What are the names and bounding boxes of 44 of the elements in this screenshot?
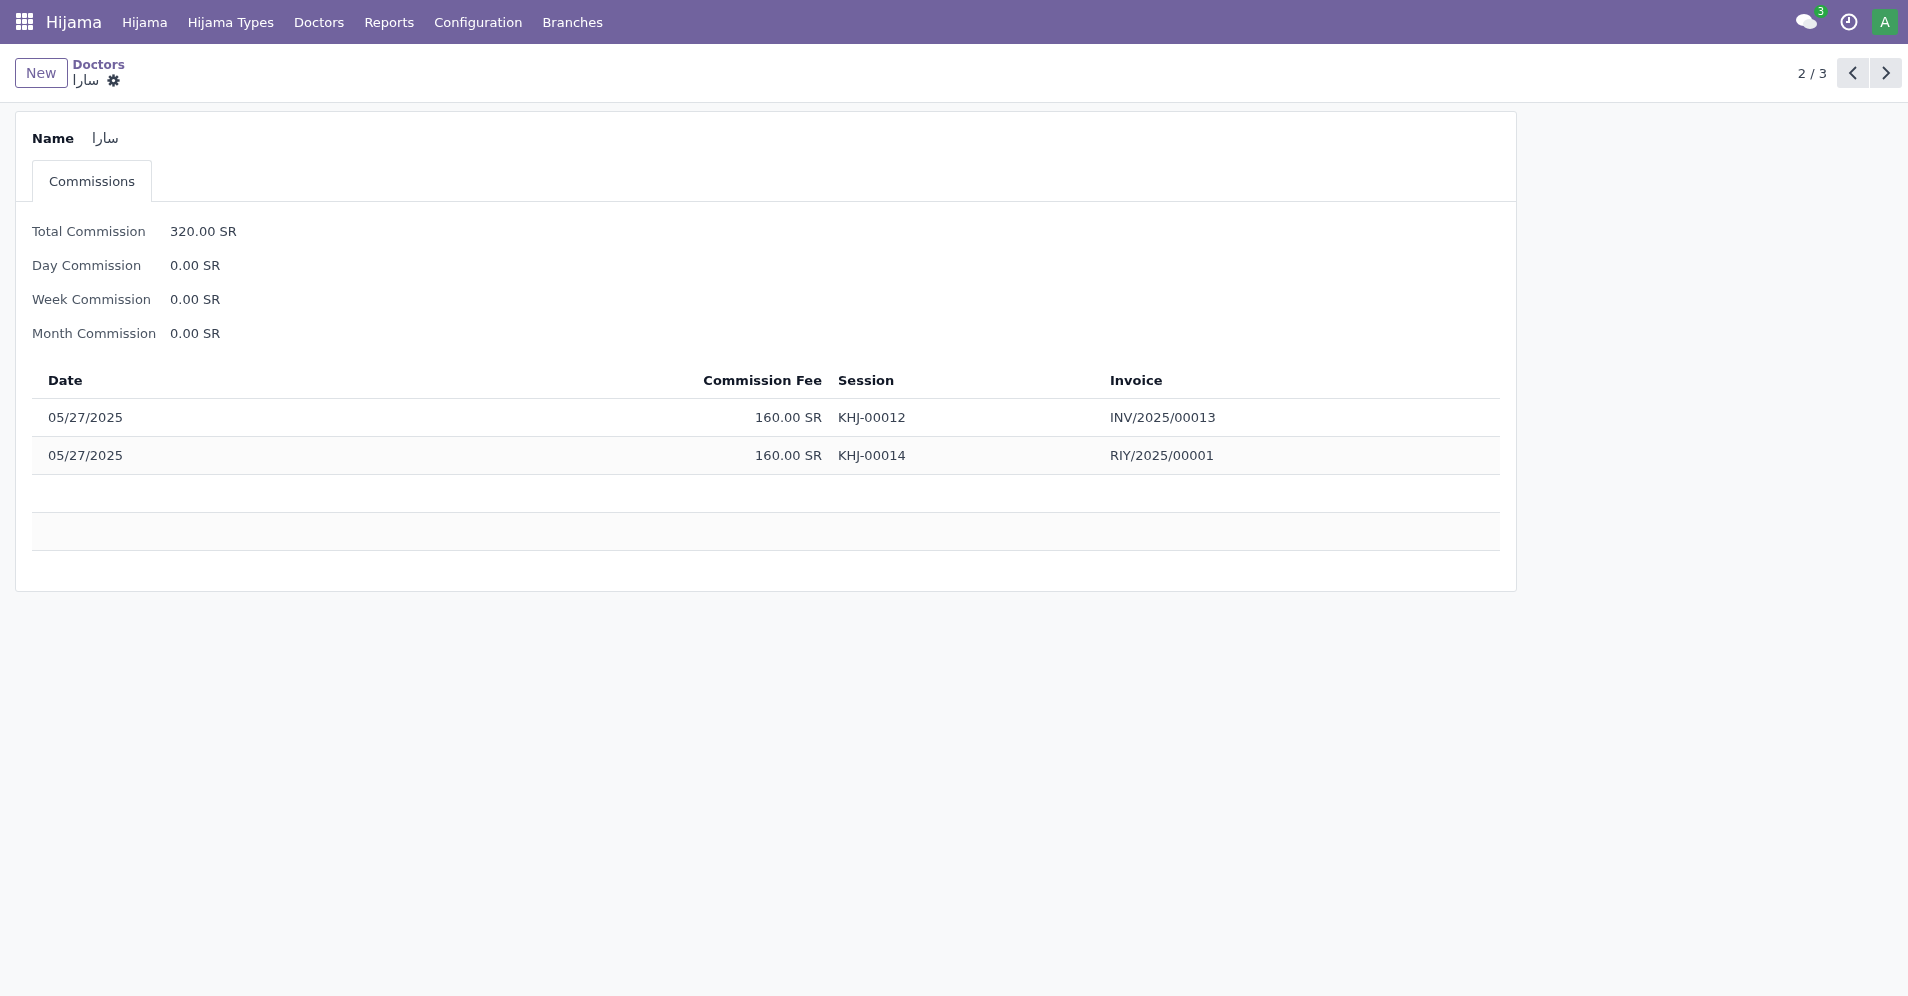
record-title: سارا: [72, 72, 100, 88]
field-label: Week Commission: [32, 292, 153, 307]
clock-icon[interactable]: [1840, 13, 1858, 31]
settings-icon[interactable]: [107, 73, 121, 87]
field-label: Name: [32, 130, 74, 146]
table-cell: KHJ-00012: [830, 398, 1102, 437]
field-value: 0.00 SR: [170, 292, 222, 307]
user-avatar[interactable]: A: [1872, 9, 1898, 35]
apps-grid-icon[interactable]: [16, 13, 34, 31]
previous-button[interactable]: [1837, 58, 1869, 88]
menu-item[interactable]: Hijama Types: [187, 14, 275, 30]
column-header[interactable]: Commission Fee: [672, 363, 830, 399]
chevron-right-icon: [1881, 66, 1891, 80]
tab[interactable]: Commissions: [32, 160, 153, 202]
message-count-badge: 3: [1813, 5, 1828, 18]
pager-counter[interactable]: 2 / 3: [1797, 65, 1827, 81]
next-button[interactable]: [1870, 58, 1902, 88]
chevron-left-icon: [1848, 66, 1858, 80]
chat-bubbles-icon[interactable]: [1796, 13, 1818, 31]
menu-item[interactable]: Configuration: [434, 14, 523, 30]
field-value: 0.00 SR: [170, 326, 222, 341]
menu-item[interactable]: Hijama: [122, 14, 168, 30]
table-cell: 05/27/2025: [32, 436, 672, 475]
table-cell: INV/2025/00013: [1102, 398, 1500, 437]
breadcrumb-link[interactable]: Doctors: [72, 58, 125, 72]
field-label: Month Commission: [32, 326, 158, 341]
table-cell: 160.00 SR: [672, 398, 830, 437]
column-header[interactable]: Date: [32, 363, 672, 399]
table-cell: 05/27/2025: [32, 398, 672, 437]
menu-item[interactable]: Branches: [542, 14, 604, 30]
menu-item[interactable]: Reports: [364, 14, 415, 30]
new-button[interactable]: New: [15, 58, 68, 88]
column-header[interactable]: Session: [830, 363, 1102, 399]
table-cell: RIY/2025/00001: [1102, 436, 1500, 475]
table-cell: 160.00 SR: [672, 436, 830, 475]
field-label: Day Commission: [32, 258, 143, 273]
field-label: Total Commission: [32, 224, 147, 239]
name-value: سارا: [92, 130, 119, 146]
column-header[interactable]: Invoice: [1102, 363, 1500, 399]
menu-item[interactable]: Doctors: [294, 14, 345, 30]
app-name[interactable]: Hijama: [46, 12, 103, 32]
field-value: 320.00 SR: [170, 224, 237, 239]
field-value: 0.00 SR: [170, 258, 222, 273]
table-cell: KHJ-00014: [830, 436, 1102, 475]
